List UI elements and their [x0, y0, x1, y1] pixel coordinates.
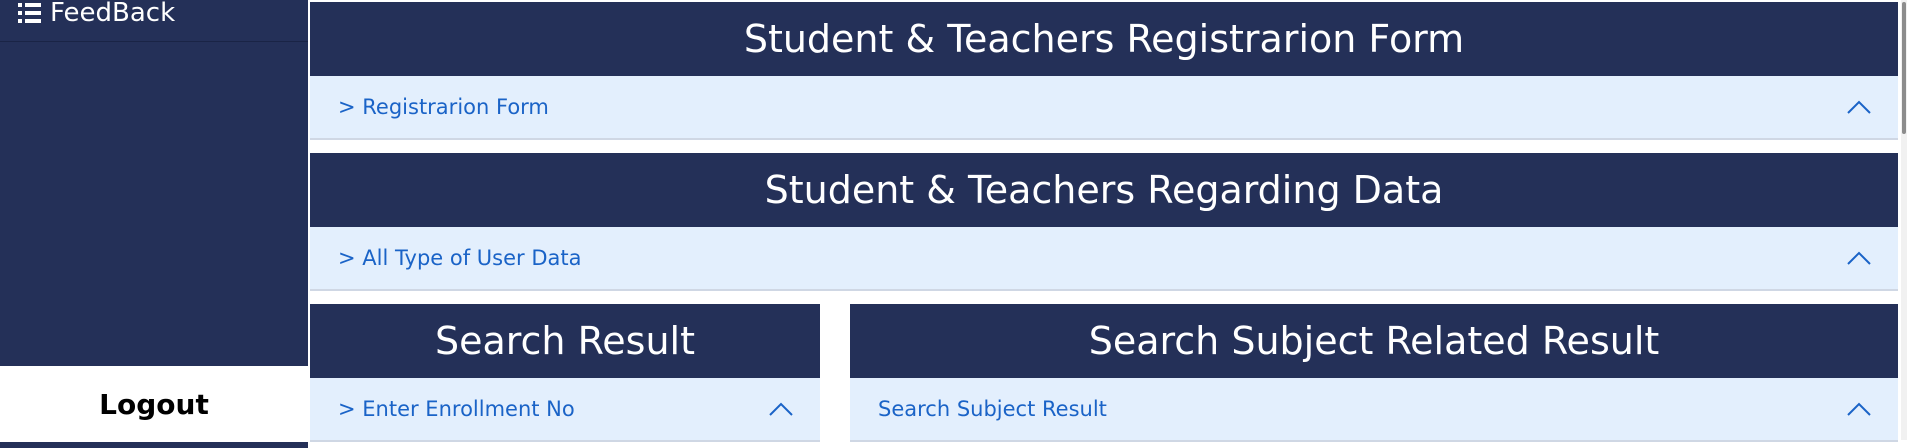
regarding-data-panel: Student & Teachers Regarding Data > All … — [310, 153, 1898, 291]
logout-button[interactable]: Logout — [0, 366, 308, 442]
sidebar-item-label: FeedBack — [50, 0, 176, 28]
chevron-up-icon[interactable] — [1846, 99, 1872, 115]
panel-title: Search Result — [310, 304, 820, 378]
chevron-up-icon[interactable] — [768, 401, 794, 417]
enrollment-link[interactable]: > Enter Enrollment No — [310, 378, 820, 442]
scrollbar-thumb[interactable] — [1902, 2, 1906, 134]
search-result-panel: Search Result > Enter Enrollment No — [310, 304, 820, 442]
panel-title: Student & Teachers Regarding Data — [310, 153, 1898, 227]
sidebar: FeedBack Logout — [0, 0, 308, 448]
scrollbar[interactable] — [1901, 0, 1907, 440]
registration-panel: Student & Teachers Registrarion Form > R… — [310, 2, 1898, 140]
list-icon — [16, 0, 44, 26]
chevron-up-icon[interactable] — [1846, 250, 1872, 266]
panel-title: Search Subject Related Result — [850, 304, 1898, 378]
registration-form-link[interactable]: > Registrarion Form — [310, 76, 1898, 140]
panel-link-label: > Enter Enrollment No — [338, 397, 575, 421]
user-data-link[interactable]: > All Type of User Data — [310, 227, 1898, 291]
sidebar-item-feedback[interactable]: FeedBack — [0, 0, 308, 42]
subject-result-panel: Search Subject Related Result Search Sub… — [850, 304, 1898, 442]
chevron-up-icon[interactable] — [1846, 401, 1872, 417]
subject-result-link[interactable]: Search Subject Result — [850, 378, 1898, 442]
panel-link-label: > All Type of User Data — [338, 246, 582, 270]
panel-title: Student & Teachers Registrarion Form — [310, 2, 1898, 76]
panel-link-label: > Registrarion Form — [338, 95, 549, 119]
panel-link-label: Search Subject Result — [878, 397, 1107, 421]
